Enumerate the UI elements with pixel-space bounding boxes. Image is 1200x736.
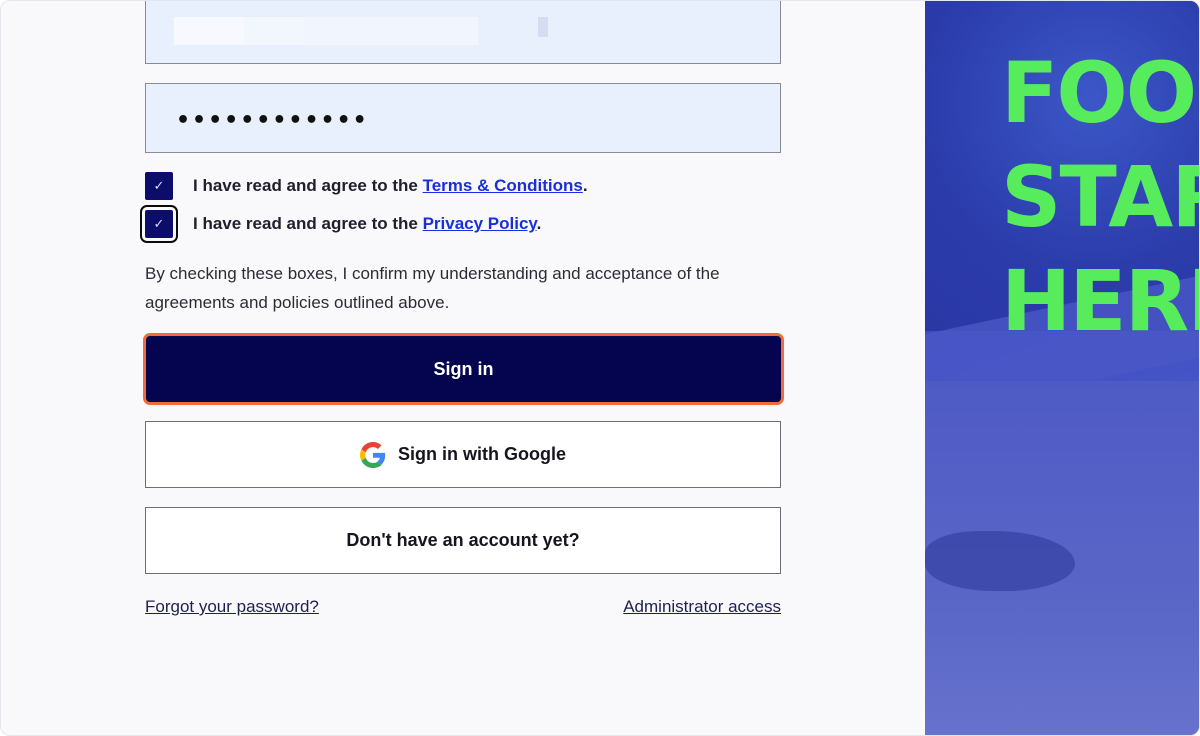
privacy-label: I have read and agree to the Privacy Pol… <box>193 214 541 234</box>
hero-line-3: HERI <box>1001 252 1200 350</box>
login-panel: •••••••••••• ✓ I have read and agree to … <box>1 1 925 735</box>
privacy-prefix: I have read and agree to the <box>193 214 423 233</box>
terms-link[interactable]: Terms & Conditions <box>423 176 583 195</box>
privacy-link[interactable]: Privacy Policy <box>423 214 537 233</box>
create-account-button[interactable]: Don't have an account yet? <box>145 507 781 574</box>
google-button-label: Sign in with Google <box>398 444 566 464</box>
check-icon: ✓ <box>153 178 165 193</box>
google-sign-in-button[interactable]: Sign in with Google <box>145 421 781 488</box>
password-input[interactable]: •••••••••••• <box>145 83 781 153</box>
password-mask: •••••••••••• <box>176 108 369 133</box>
email-input[interactable] <box>145 1 781 64</box>
forgot-password-link[interactable]: Forgot your password? <box>145 597 319 617</box>
terms-suffix: . <box>582 176 588 195</box>
sign-in-button[interactable]: Sign in <box>143 333 784 405</box>
administrator-access-link[interactable]: Administrator access <box>623 597 781 617</box>
hero-headline: FOO STAR HERI <box>1001 41 1200 353</box>
redacted-email <box>304 17 478 45</box>
redacted-email <box>174 17 244 45</box>
terms-row: ✓ I have read and agree to the Terms & C… <box>145 172 588 200</box>
privacy-suffix: . <box>536 214 542 233</box>
google-icon <box>360 441 386 468</box>
page-frame: •••••••••••• ✓ I have read and agree to … <box>0 0 1200 736</box>
privacy-checkbox[interactable]: ✓ <box>140 205 178 243</box>
terms-prefix: I have read and agree to the <box>193 176 423 195</box>
redacted-email <box>244 17 304 45</box>
terms-label: I have read and agree to the Terms & Con… <box>193 176 588 196</box>
terms-checkbox[interactable]: ✓ <box>145 172 173 200</box>
hero-line-2: STAR <box>1001 148 1199 246</box>
hero-line-1: FOO <box>1001 44 1197 142</box>
privacy-row: ✓ I have read and agree to the Privacy P… <box>140 205 541 243</box>
text-cursor <box>538 17 548 37</box>
check-icon: ✓ <box>153 216 165 231</box>
consent-notice: By checking these boxes, I confirm my un… <box>145 264 720 312</box>
